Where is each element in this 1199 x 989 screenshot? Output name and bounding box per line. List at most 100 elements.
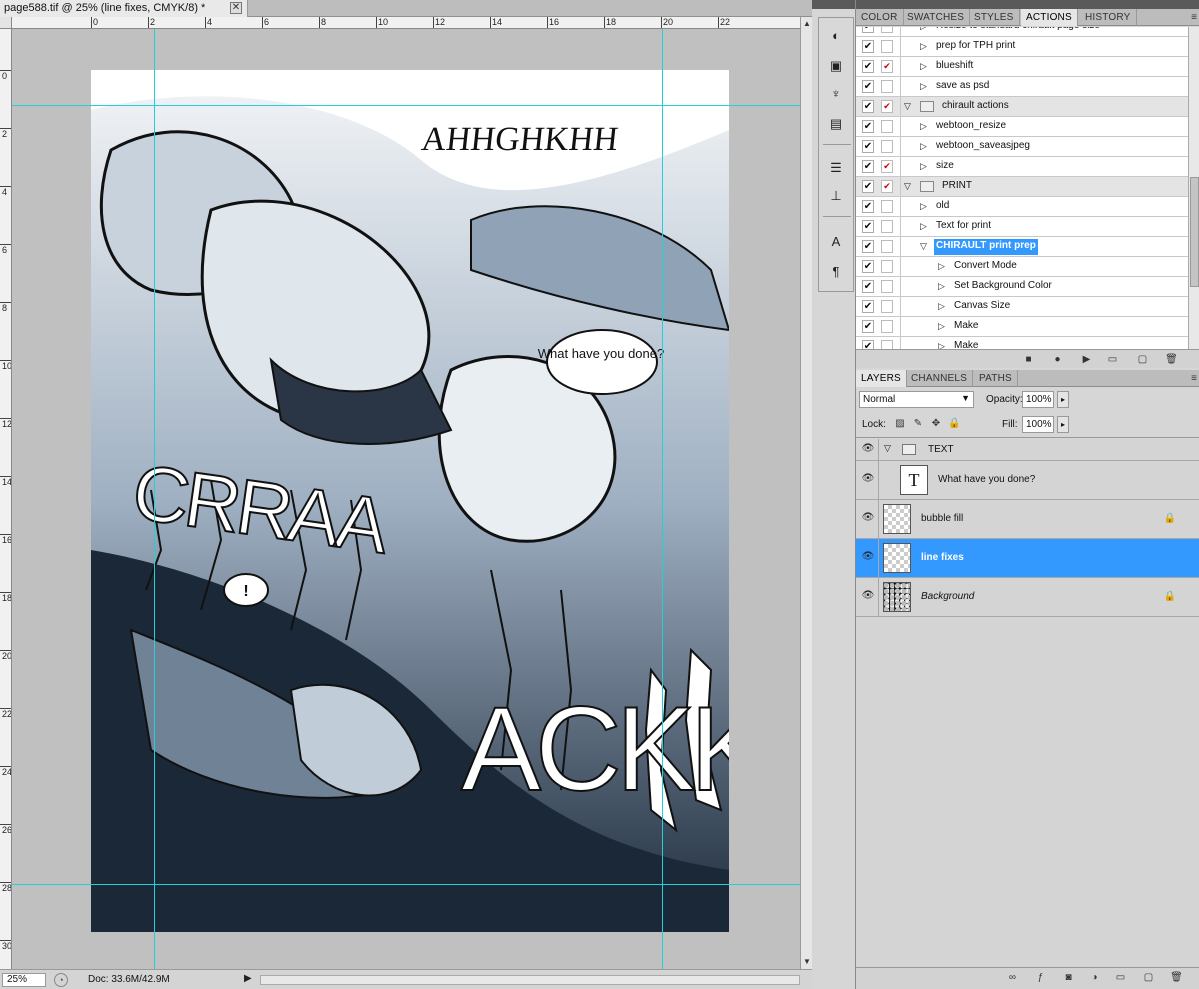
action-row[interactable]: ✔ ▷ save as psd <box>856 77 1188 97</box>
disclosure-closed-icon[interactable]: ▷ <box>920 41 927 52</box>
vertical-scrollbar[interactable]: ▲ ▼ <box>800 17 812 969</box>
lock-transparent-icon[interactable]: ▨ <box>894 418 906 430</box>
opacity-slider-icon[interactable]: ▸ <box>1057 391 1069 408</box>
disclosure-closed-icon[interactable]: ▷ <box>920 141 927 152</box>
action-row[interactable]: ✔ ▷ old <box>856 197 1188 217</box>
layer-row[interactable]: 👁 line fixes <box>856 539 1199 578</box>
toggle-dialog-checkbox[interactable] <box>881 200 893 213</box>
action-row[interactable]: ✔ ▷ Convert Mode <box>856 257 1188 277</box>
toggle-dialog-checkbox[interactable] <box>881 240 893 253</box>
trash-icon[interactable]: 🗑 <box>1165 353 1178 366</box>
character-icon[interactable]: A <box>826 232 846 252</box>
tools-dock-header[interactable] <box>812 0 855 9</box>
toggle-item-checkbox[interactable]: ✔ <box>862 280 874 293</box>
layer-mask-icon[interactable]: ◙ <box>1062 971 1075 984</box>
panel-menu-icon[interactable]: ≡ <box>1191 12 1197 23</box>
status-menu-arrow-icon[interactable]: ▶ <box>244 973 256 987</box>
disclosure-closed-icon[interactable]: ▷ <box>920 201 927 212</box>
toggle-item-checkbox[interactable]: ✔ <box>862 120 874 133</box>
canvas-area[interactable]: What have you done? ! AHHGHKHH CRRAA ACK… <box>12 29 800 969</box>
comic-page-artwork[interactable]: What have you done? ! AHHGHKHH CRRAA ACK… <box>91 70 729 932</box>
action-row[interactable]: ✔ ▷ prep for TPH print <box>856 37 1188 57</box>
disclosure-closed-icon[interactable]: ▷ <box>938 261 945 272</box>
action-row[interactable]: ✔ ✔ ▷ blueshift <box>856 57 1188 77</box>
layer-row[interactable]: 👁 T What have you done? <box>856 461 1199 500</box>
opacity-field[interactable]: 100% <box>1022 391 1054 408</box>
swatches-icon[interactable]: ▣ <box>826 56 846 76</box>
color-icon[interactable]: ◐ <box>826 26 846 46</box>
status-info-icon[interactable]: ◔ <box>54 973 68 987</box>
disclosure-closed-icon[interactable]: ▷ <box>920 27 927 32</box>
toggle-dialog-checkbox[interactable]: ✔ <box>881 180 893 193</box>
action-row[interactable]: ✔ ▷ webtoon_resize <box>856 117 1188 137</box>
scroll-up-arrow-icon[interactable]: ▲ <box>802 19 812 29</box>
ruler-origin[interactable] <box>0 17 12 29</box>
action-row[interactable]: ✔ ▽ CHIRAULT print prep <box>856 237 1188 257</box>
zoom-field[interactable]: 25% <box>2 973 46 987</box>
panel-menu-icon[interactable]: ≡ <box>1191 373 1197 384</box>
toggle-dialog-checkbox[interactable] <box>881 220 893 233</box>
lock-all-icon[interactable]: 🔒 <box>948 418 960 430</box>
disclosure-open-icon[interactable]: ▽ <box>920 241 927 252</box>
action-row[interactable]: ✔ ▷ webtoon_saveasjpeg <box>856 137 1188 157</box>
toggle-item-checkbox[interactable]: ✔ <box>862 340 874 349</box>
actions-scrollbar[interactable] <box>1188 27 1199 349</box>
delete-layer-icon[interactable]: 🗑 <box>1170 971 1183 984</box>
layer-row[interactable]: 👁 bubble fill 🔒 <box>856 500 1199 539</box>
toggle-dialog-checkbox[interactable] <box>881 120 893 133</box>
toggle-dialog-checkbox[interactable] <box>881 280 893 293</box>
new-layer-icon[interactable]: ▢ <box>1142 971 1155 984</box>
toggle-dialog-checkbox[interactable]: ✔ <box>881 60 893 73</box>
toggle-dialog-checkbox[interactable] <box>881 340 893 349</box>
guide-horizontal[interactable] <box>12 884 800 885</box>
toggle-dialog-checkbox[interactable] <box>881 27 893 33</box>
toggle-item-checkbox[interactable]: ✔ <box>862 240 874 253</box>
toggle-dialog-checkbox[interactable] <box>881 260 893 273</box>
toggle-item-checkbox[interactable]: ✔ <box>862 320 874 333</box>
toggle-item-checkbox[interactable]: ✔ <box>862 27 874 33</box>
tab-paths[interactable]: PATHS <box>974 370 1018 387</box>
tab-channels[interactable]: CHANNELS <box>906 370 974 387</box>
disclosure-closed-icon[interactable]: ▷ <box>920 121 927 132</box>
action-row[interactable]: ✔ ▷ Set Background Color <box>856 277 1188 297</box>
action-row[interactable]: ✔ ▷ Text for print <box>856 217 1188 237</box>
scroll-down-arrow-icon[interactable]: ▼ <box>802 957 812 967</box>
action-row[interactable]: ✔ ▷ Canvas Size <box>856 297 1188 317</box>
toggle-item-checkbox[interactable]: ✔ <box>862 80 874 93</box>
vertical-ruler[interactable]: 0 2 4 6 8 10 12 14 16 18 20 22 24 26 28 30 <box>0 29 12 969</box>
tab-swatches[interactable]: SWATCHES <box>902 9 971 26</box>
toggle-item-checkbox[interactable]: ✔ <box>862 260 874 273</box>
mini-bridge-icon[interactable]: ▤ <box>826 114 846 134</box>
horizontal-scrollbar[interactable] <box>260 975 800 985</box>
disclosure-closed-icon[interactable]: ▷ <box>920 161 927 172</box>
action-set-row[interactable]: ✔ ✔ ▽ PRINT <box>856 177 1188 197</box>
guide-horizontal[interactable] <box>12 105 800 106</box>
toggle-item-checkbox[interactable]: ✔ <box>862 100 874 113</box>
record-icon[interactable]: ● <box>1051 353 1064 366</box>
disclosure-closed-icon[interactable]: ▷ <box>920 81 927 92</box>
toggle-item-checkbox[interactable]: ✔ <box>862 40 874 53</box>
new-set-icon[interactable]: ▭ <box>1106 353 1119 366</box>
tab-history[interactable]: HISTORY <box>1080 9 1137 26</box>
toggle-dialog-checkbox[interactable] <box>881 300 893 313</box>
layer-group-row[interactable]: 👁 ▽ TEXT <box>856 439 1199 461</box>
visibility-eye-icon[interactable]: 👁 <box>861 512 875 524</box>
styles-icon[interactable]: ♆ <box>826 84 846 104</box>
actions-icon[interactable]: ☰ <box>826 158 846 178</box>
tab-color[interactable]: COLOR <box>856 9 904 26</box>
toggle-item-checkbox[interactable]: ✔ <box>862 180 874 193</box>
toggle-item-checkbox[interactable]: ✔ <box>862 220 874 233</box>
toggle-item-checkbox[interactable]: ✔ <box>862 160 874 173</box>
action-row[interactable]: ✔ ▷ Make <box>856 317 1188 337</box>
visibility-eye-icon[interactable]: 👁 <box>861 551 875 563</box>
tab-styles[interactable]: STYLES <box>969 9 1020 26</box>
play-icon[interactable]: ▶ <box>1080 353 1093 366</box>
disclosure-closed-icon[interactable]: ▷ <box>938 301 945 312</box>
link-layers-icon[interactable]: ∞ <box>1006 971 1019 984</box>
action-set-row[interactable]: ✔ ✔ ▽ chirault actions <box>856 97 1188 117</box>
toggle-dialog-checkbox[interactable] <box>881 140 893 153</box>
fill-slider-icon[interactable]: ▸ <box>1057 416 1069 433</box>
toggle-dialog-checkbox[interactable]: ✔ <box>881 160 893 173</box>
new-action-icon[interactable]: ▢ <box>1136 353 1149 366</box>
disclosure-open-icon[interactable]: ▽ <box>884 443 891 454</box>
